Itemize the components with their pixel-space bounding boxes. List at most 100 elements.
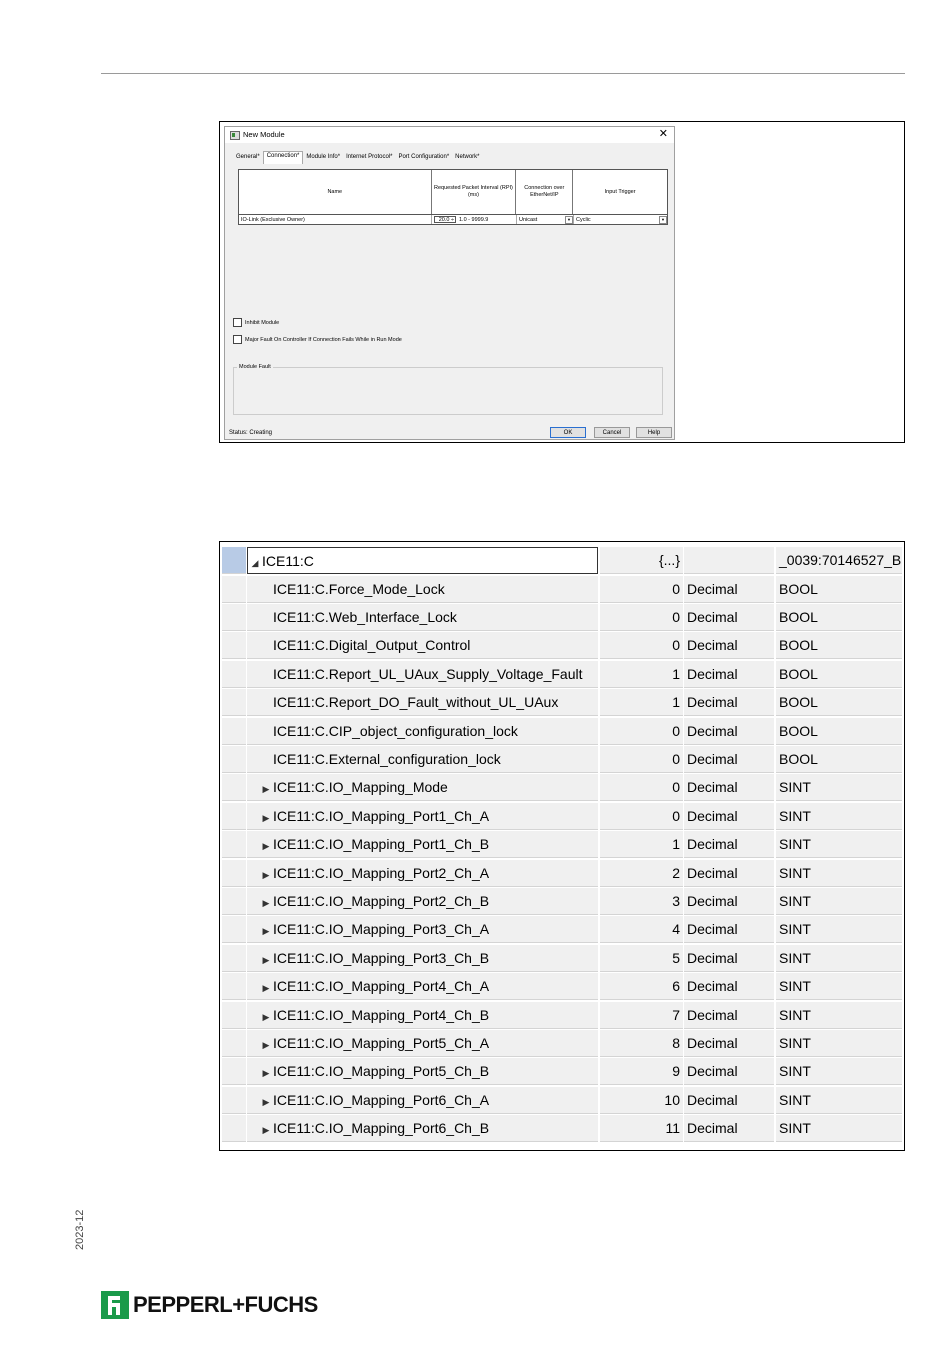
table-row[interactable]: ICE11:C.Report_UL_UAux_Supply_Voltage_Fa… xyxy=(220,660,904,689)
expand-icon[interactable]: ▶ xyxy=(259,1032,273,1056)
row-selector[interactable] xyxy=(222,689,246,717)
table-row[interactable]: ▶ ICE11:C.IO_Mapping_Port6_Ch_B 11 Decimal S… xyxy=(220,1115,904,1143)
tag-name-cell[interactable]: ICE11:C.Report_UL_UAux_Supply_Voltage_Fa… xyxy=(247,660,598,688)
tag-name-cell[interactable]: ▶ ICE11:C.IO_Mapping_Port1_Ch_B xyxy=(247,831,598,859)
tag-value[interactable]: 0 xyxy=(600,745,683,773)
tag-name-cell[interactable]: ICE11:C.External_configuration_lock xyxy=(247,745,598,773)
row-selector[interactable] xyxy=(222,859,246,887)
tag-name-cell[interactable]: ▶ ICE11:C.IO_Mapping_Port4_Ch_A xyxy=(247,973,598,1001)
table-row[interactable]: ICE11:C.Web_Interface_Lock 0 Decimal BOOL xyxy=(220,603,904,632)
tag-name-cell[interactable]: ▶ ICE11:C.IO_Mapping_Port6_Ch_A xyxy=(247,1086,598,1114)
tag-style[interactable]: Decimal xyxy=(684,859,774,887)
table-row[interactable]: ▶ ICE11:C.IO_Mapping_Port3_Ch_A 4 Decimal SI… xyxy=(220,916,904,944)
tag-value[interactable]: 5 xyxy=(600,944,683,972)
row-selector[interactable] xyxy=(222,632,246,660)
expand-icon[interactable]: ▶ xyxy=(259,947,273,971)
help-button[interactable]: Help xyxy=(636,427,672,438)
tag-style[interactable]: Decimal xyxy=(684,632,774,660)
rpi-stepper[interactable]: 20.0 ÷ xyxy=(434,216,456,223)
tag-style[interactable]: Decimal xyxy=(684,575,774,603)
table-row[interactable]: ▶ ICE11:C.IO_Mapping_Port5_Ch_A 8 Decimal SI… xyxy=(220,1029,904,1058)
tag-style[interactable]: Decimal xyxy=(684,745,774,773)
tag-name-cell[interactable]: ▶ ICE11:C.IO_Mapping_Port5_Ch_B xyxy=(247,1058,598,1086)
chevron-down-icon[interactable]: ▼ xyxy=(565,215,573,224)
close-icon[interactable]: ✕ xyxy=(659,128,668,140)
tag-style[interactable]: Decimal xyxy=(684,831,774,859)
connection-select[interactable]: Unicast ▼ xyxy=(517,215,574,224)
chevron-down-icon[interactable]: ▼ xyxy=(659,215,667,224)
tag-style[interactable]: Decimal xyxy=(684,802,774,830)
expand-icon[interactable]: ▶ xyxy=(259,1060,273,1084)
row-selector[interactable] xyxy=(222,1115,246,1143)
row-selector[interactable] xyxy=(222,603,246,631)
expand-icon[interactable]: ▶ xyxy=(259,918,273,942)
table-row[interactable]: ▶ ICE11:C.IO_Mapping_Port4_Ch_B 7 Decimal SI… xyxy=(220,1001,904,1030)
tag-value[interactable]: 0 xyxy=(600,632,683,660)
tag-value[interactable]: 0 xyxy=(600,575,683,603)
tag-value[interactable]: 0 xyxy=(600,717,683,745)
tag-value[interactable]: 10 xyxy=(600,1086,683,1114)
tag-name-cell[interactable]: ▶ ICE11:C.IO_Mapping_Port4_Ch_B xyxy=(247,1001,598,1029)
row-selector[interactable] xyxy=(222,717,246,745)
table-row[interactable]: ▶ ICE11:C.IO_Mapping_Port3_Ch_B 5 Decimal SI… xyxy=(220,944,904,973)
ok-button[interactable]: OK xyxy=(550,427,586,438)
collapse-icon[interactable]: ◢ xyxy=(248,550,262,573)
tag-name-cell[interactable]: ICE11:C.Report_DO_Fault_without_UL_UAux xyxy=(247,689,598,717)
tag-style[interactable]: Decimal xyxy=(684,916,774,944)
tag-value[interactable]: {...} xyxy=(600,547,683,574)
tag-value[interactable]: 1 xyxy=(600,689,683,717)
tag-style[interactable]: Decimal xyxy=(684,1115,774,1143)
tag-style[interactable]: Decimal xyxy=(684,774,774,802)
tag-style[interactable]: Decimal xyxy=(684,1058,774,1086)
tag-style[interactable]: Decimal xyxy=(684,973,774,1001)
row-selector[interactable] xyxy=(222,944,246,972)
tag-name-cell[interactable]: ▶ ICE11:C.IO_Mapping_Port6_Ch_B xyxy=(247,1115,598,1143)
tab-port-configuration[interactable]: Port Configuration* xyxy=(395,153,452,164)
expand-icon[interactable]: ▶ xyxy=(259,833,273,857)
tag-name-cell[interactable]: ICE11:C.Force_Mode_Lock xyxy=(247,575,598,603)
tag-name-cell[interactable]: ▶ ICE11:C.IO_Mapping_Port3_Ch_B xyxy=(247,944,598,972)
tag-value[interactable]: 0 xyxy=(600,774,683,802)
tab-connection[interactable]: Connection* xyxy=(262,151,304,165)
tag-style[interactable]: Decimal xyxy=(684,603,774,631)
input-trigger-select[interactable]: Cyclic ▼ xyxy=(574,215,667,224)
table-row[interactable]: ▶ ICE11:C.IO_Mapping_Mode 0 Decimal SINT xyxy=(220,774,904,802)
table-row[interactable]: ▶ ICE11:C.IO_Mapping_Port1_Ch_A 0 Decimal SI… xyxy=(220,802,904,831)
expand-icon[interactable]: ▶ xyxy=(259,890,273,914)
tag-name-cell[interactable]: ▶ ICE11:C.IO_Mapping_Port3_Ch_A xyxy=(247,916,598,944)
tag-style[interactable]: Decimal xyxy=(684,887,774,915)
major-fault-checkbox[interactable] xyxy=(233,335,242,344)
row-selector[interactable] xyxy=(222,973,246,1001)
tag-style[interactable]: Decimal xyxy=(684,944,774,972)
row-selector[interactable] xyxy=(222,660,246,688)
row-selector[interactable] xyxy=(222,887,246,915)
tag-style[interactable]: Decimal xyxy=(684,1029,774,1057)
row-selector[interactable] xyxy=(222,745,246,773)
table-row[interactable]: ▶ ICE11:C.IO_Mapping_Port1_Ch_B 1 Decimal SI… xyxy=(220,831,904,859)
expand-icon[interactable]: ▶ xyxy=(259,862,273,886)
tag-style[interactable]: Decimal xyxy=(684,660,774,688)
tag-value[interactable]: 4 xyxy=(600,916,683,944)
tag-value[interactable]: 2 xyxy=(600,859,683,887)
expand-icon[interactable]: ▶ xyxy=(259,1004,273,1028)
row-selector[interactable] xyxy=(222,1058,246,1086)
tag-name-cell[interactable]: ICE11:C.CIP_object_configuration_lock xyxy=(247,717,598,745)
tag-value[interactable]: 0 xyxy=(600,603,683,631)
tag-name-cell[interactable]: ◢ ICE11:C xyxy=(247,547,598,574)
tag-style[interactable]: Decimal xyxy=(684,689,774,717)
tab-general[interactable]: General* xyxy=(233,153,263,164)
table-row[interactable]: ICE11:C.Digital_Output_Control 0 Decimal BO… xyxy=(220,632,904,660)
table-row[interactable]: ICE11:C.CIP_object_configuration_lock 0 De… xyxy=(220,717,904,746)
tag-value[interactable]: 11 xyxy=(600,1115,683,1143)
row-selector[interactable] xyxy=(222,1029,246,1057)
row-selector[interactable] xyxy=(222,774,246,802)
tag-value[interactable]: 1 xyxy=(600,831,683,859)
tag-value[interactable]: 6 xyxy=(600,973,683,1001)
tag-table-header-row[interactable]: ◢ ICE11:C {...} _0039:70146527_B... xyxy=(220,547,904,575)
tag-value[interactable]: 7 xyxy=(600,1001,683,1029)
table-row[interactable]: ICE11:C.Report_DO_Fault_without_UL_UAux 1… xyxy=(220,689,904,717)
tab-network[interactable]: Network* xyxy=(452,153,482,164)
table-row[interactable]: ▶ ICE11:C.IO_Mapping_Port4_Ch_A 6 Decimal SI… xyxy=(220,973,904,1001)
table-row[interactable]: ICE11:C.External_configuration_lock 0 Deci… xyxy=(220,745,904,774)
tag-value[interactable]: 3 xyxy=(600,887,683,915)
